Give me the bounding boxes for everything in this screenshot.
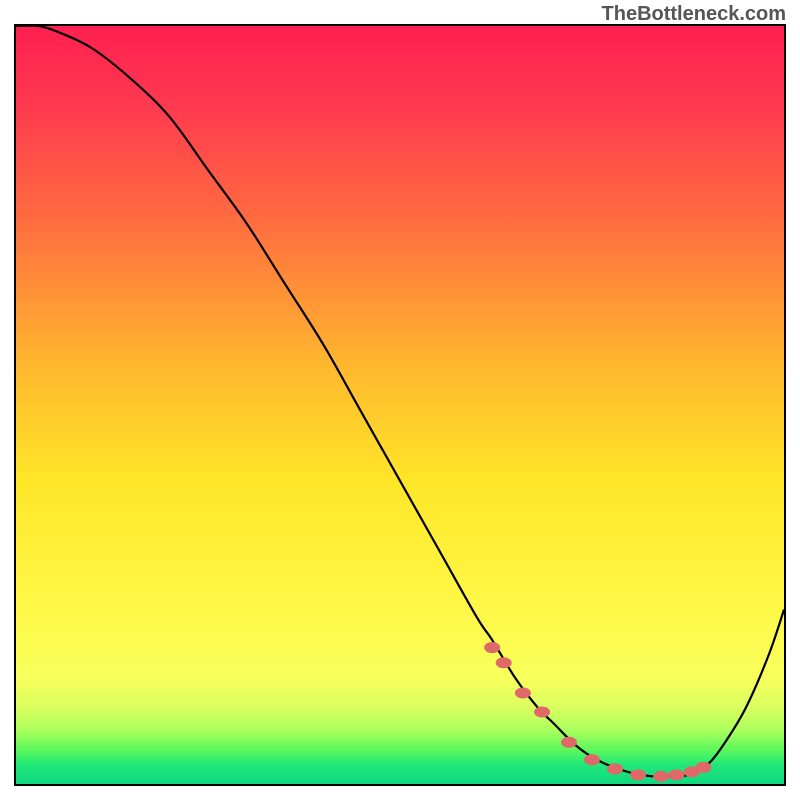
curve-marker	[496, 657, 512, 668]
curve-marker	[561, 737, 577, 748]
curve-marker	[607, 763, 623, 774]
curve-marker	[584, 754, 600, 765]
curve-marker	[630, 769, 646, 780]
chart-container: TheBottleneck.com	[0, 0, 800, 800]
curve-marker	[695, 762, 711, 773]
curve-marker	[653, 771, 669, 782]
curve-marker	[484, 642, 500, 653]
curve-marker	[668, 769, 684, 780]
plot-area	[14, 24, 786, 786]
curve-marker	[534, 706, 550, 717]
watermark-text: TheBottleneck.com	[602, 3, 786, 26]
gradient-background	[16, 26, 784, 784]
chart-svg	[16, 26, 784, 784]
curve-marker	[515, 688, 531, 699]
